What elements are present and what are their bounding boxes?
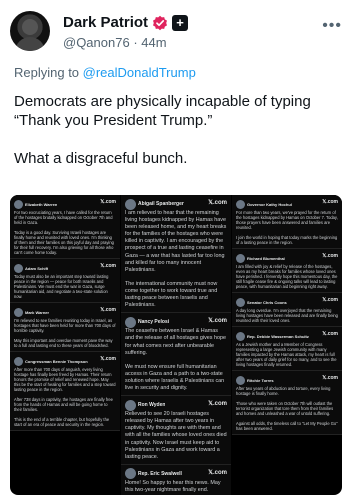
embedded-post: Abigail Spanberger 𝕏.com I am relieved to … — [121, 195, 231, 314]
embedded-post-avatar — [125, 399, 136, 411]
embedded-post-avatar — [236, 253, 245, 263]
embedded-post-author: Mark Warner — [25, 309, 50, 315]
embedded-post: Congressman Bennie Thompson 𝕏.com After mo… — [10, 352, 120, 431]
x-logo-label: 𝕏.com — [322, 297, 338, 303]
embedded-post-text: For more than two years, we've prayed fo… — [236, 210, 338, 245]
embedded-post-author: Elizabeth Warren — [25, 201, 58, 207]
avatar[interactable] — [10, 11, 50, 51]
embedded-post: Adam Schiff 𝕏.com Today must also be an im… — [10, 259, 120, 303]
x-logo-label: 𝕏.com — [322, 331, 338, 337]
embedded-post-text: I'm relieved to see families reuniting t… — [14, 318, 116, 348]
embedded-post: Governor Kathy Hochul 𝕏.com For more than … — [232, 195, 342, 249]
x-logo-label: 𝕏.com — [100, 307, 116, 313]
embedded-post-avatar — [125, 468, 136, 480]
name-line: Dark Patriot + — [63, 14, 189, 31]
embedded-post-avatar — [236, 199, 245, 209]
embedded-post-text: After more than 700 days of anguish, eve… — [14, 367, 116, 427]
embedded-post-author: Abigail Spanberger — [138, 201, 184, 207]
more-options-icon[interactable]: ••• — [322, 17, 342, 35]
reply-prefix: Replying to — [14, 65, 83, 80]
avatar-head — [22, 19, 38, 35]
embedded-post-avatar — [236, 375, 245, 385]
embedded-post-author: Rep. Eric Swalwell — [138, 470, 182, 477]
embedded-post-text: I am relieved to hear that the remaining… — [125, 210, 227, 309]
embedded-post-avatar — [14, 307, 23, 317]
media-column-3: Governor Kathy Hochul 𝕏.com For more than … — [232, 195, 342, 495]
verified-badge-icon — [153, 15, 168, 30]
x-logo-label: 𝕏.com — [322, 199, 338, 205]
embedded-post-text: Relieved to see 20 Israeli hostages rele… — [125, 411, 229, 460]
embedded-post-text: As a Jewish mother and a Member of Congr… — [236, 342, 338, 367]
embedded-post: Ron Wyden 𝕏.com Relieved to see 20 Israeli… — [121, 396, 231, 465]
x-logo-label: 𝕏.com — [100, 263, 116, 269]
tweet-text: Democrats are physically incapable of ty… — [14, 92, 344, 187]
embedded-post-avatar — [236, 331, 245, 341]
embedded-post-avatar — [125, 316, 136, 328]
embedded-post-avatar — [236, 297, 245, 307]
embedded-post: Nancy Pelosi 𝕏.com The ceasefire between I… — [121, 313, 231, 397]
embedded-post: Ritchie Torres 𝕏.com After two years of ab… — [232, 371, 342, 435]
embedded-post-text: Home! So happy to hear this news. May th… — [125, 479, 223, 493]
x-logo-label: 𝕏.com — [208, 318, 227, 325]
embedded-post: Mark Warner 𝕏.com I'm relieved to see fami… — [10, 303, 120, 352]
embedded-post-text: The ceasefire between Israel & Hamas and… — [125, 328, 226, 392]
embedded-post-author: Adam Schiff — [25, 265, 49, 271]
handle[interactable]: @Qanon76 — [63, 35, 130, 50]
x-logo-label: 𝕏.com — [100, 356, 116, 362]
embedded-post-text: After two years of abduction and torture… — [236, 386, 338, 431]
embedded-post: Elizabeth Warren 𝕏.com For two excruciatin… — [10, 195, 120, 259]
x-logo-label: 𝕏.com — [322, 375, 338, 381]
x-logo-label: 𝕏.com — [208, 469, 227, 476]
tweet-media-image[interactable]: Elizabeth Warren 𝕏.com For two excruciatin… — [10, 195, 342, 495]
tweet-line-2: What a disgraceful bunch. — [14, 150, 188, 167]
x-logo-label: 𝕏.com — [322, 253, 338, 259]
tweet-header: Dark Patriot + @Qanon76 · 44m ••• — [10, 11, 342, 51]
embedded-post-author: Senator Chris Coons — [247, 299, 287, 305]
embedded-post-text: A day long overdue. I'm overjoyed that t… — [236, 308, 340, 323]
embedded-post-author: Ritchie Torres — [247, 377, 274, 383]
embedded-post: Senator Chris Coons 𝕏.com A day long overd… — [232, 293, 342, 327]
embedded-post-text: For two excruciating years, I have calle… — [14, 210, 114, 255]
embedded-post-author: Governor Kathy Hochul — [247, 201, 292, 207]
reply-target-link[interactable]: @realDonaldTrump — [83, 65, 196, 80]
media-column-2: Abigail Spanberger 𝕏.com I am relieved to … — [121, 195, 231, 495]
handle-line: @Qanon76 · 44m — [63, 35, 167, 50]
embedded-post: Rep. Debbie Wasserman Schultz 𝕏.com As a J… — [232, 327, 342, 371]
embedded-post: Richard Blumenthal 𝕏.com I am filled with … — [232, 249, 342, 293]
x-logo-label: 𝕏.com — [208, 200, 227, 206]
embedded-post-author: Ron Wyden — [138, 402, 166, 409]
x-logo-label: 𝕏.com — [100, 199, 116, 205]
embedded-post-author: Richard Blumenthal — [247, 255, 285, 261]
timestamp[interactable]: 44m — [141, 35, 166, 50]
plus-icon: + — [172, 14, 189, 31]
embedded-post-avatar — [14, 199, 23, 209]
replying-to: Replying to @realDonaldTrump — [14, 65, 196, 80]
embedded-post-text: I am filled with joy & relief by release… — [236, 264, 339, 289]
embedded-post-avatar — [14, 356, 23, 366]
media-column-1: Elizabeth Warren 𝕏.com For two excruciatin… — [10, 195, 120, 495]
embedded-post-text: Today must also be an important step tow… — [14, 274, 110, 299]
avatar-shoulders — [15, 37, 45, 51]
embedded-post-author: Nancy Pelosi — [138, 319, 170, 326]
embedded-post-avatar — [125, 198, 136, 210]
embedded-post: Rep. Eric Swalwell 𝕏.com Home! So happy to… — [121, 464, 231, 495]
separator: · — [133, 35, 138, 50]
tweet-line-1: Democrats are physically incapable of ty… — [14, 93, 311, 129]
display-name[interactable]: Dark Patriot — [63, 14, 148, 31]
x-logo-label: 𝕏.com — [208, 401, 227, 408]
embedded-post-author: Congressman Bennie Thompson — [25, 358, 88, 364]
embedded-post-author: Rep. Debbie Wasserman Schultz — [247, 333, 309, 339]
embedded-post-avatar — [14, 263, 23, 273]
